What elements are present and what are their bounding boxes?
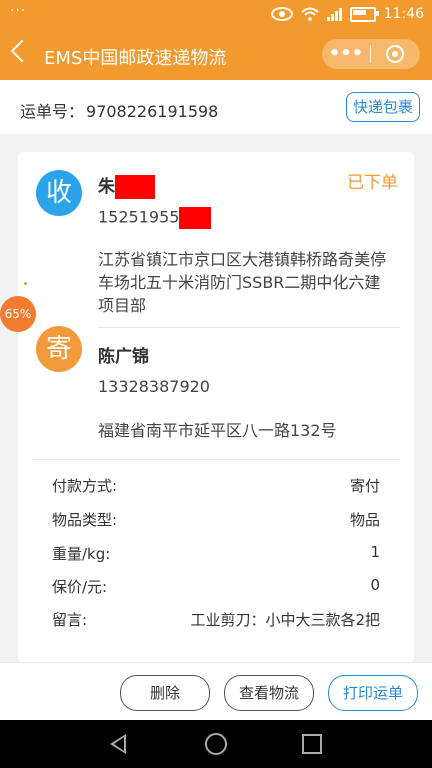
recipient-name-text: 朱 bbox=[98, 177, 115, 197]
section-divider bbox=[98, 327, 400, 328]
redaction-block bbox=[179, 207, 212, 229]
view-logistics-button[interactable]: 查看物流 bbox=[224, 675, 314, 711]
detail-label: 保价/元: bbox=[52, 578, 108, 596]
detail-value: 0 bbox=[370, 576, 380, 594]
sender-address: 福建省南平市延平区八一路132号 bbox=[98, 421, 337, 440]
status-bar: ··· 11:46 bbox=[0, 0, 432, 30]
notification-dots: ··· bbox=[10, 3, 27, 19]
recipient-address: 江苏省镇江市京口区大港镇韩桥路奇美停车场北五十米消防门SSBR二期中化六建项目部 bbox=[98, 250, 387, 315]
sender-name: 陈广锦 bbox=[98, 347, 149, 367]
detail-label: 重量/kg: bbox=[52, 545, 111, 563]
status-icons: 11:46 bbox=[270, 6, 424, 22]
redaction-block bbox=[115, 175, 155, 199]
more-menu-button[interactable]: ••• bbox=[322, 39, 370, 69]
detail-label: 物品类型: bbox=[52, 511, 118, 529]
nav-recents-icon[interactable] bbox=[302, 734, 322, 754]
print-waybill-button[interactable]: 打印运单 bbox=[328, 675, 418, 711]
system-navigation-bar bbox=[0, 720, 432, 768]
wifi-icon bbox=[300, 7, 319, 21]
express-package-button[interactable]: 快递包裹 bbox=[346, 92, 420, 122]
recipient-phone: 15251955 bbox=[98, 207, 212, 229]
detail-row-message: 留言: 工业剪刀：小中大三款各2把 bbox=[52, 609, 380, 630]
order-status: 已下单 bbox=[347, 173, 398, 193]
action-bar: 删除 查看物流 打印运单 bbox=[0, 662, 432, 721]
floating-progress-badge[interactable]: 65% bbox=[0, 296, 36, 332]
recipient-name: 朱 bbox=[98, 172, 155, 199]
target-icon bbox=[386, 45, 404, 63]
waybill-number: 9708226191598 bbox=[86, 102, 219, 121]
back-arrow-icon[interactable] bbox=[10, 39, 34, 63]
clock: 11:46 bbox=[383, 6, 424, 22]
detail-row-insured-value: 保价/元: 0 bbox=[52, 576, 380, 597]
detail-row-payment: 付款方式: 寄付 bbox=[52, 475, 380, 496]
sender-phone: 13328387920 bbox=[98, 377, 210, 396]
detail-value: 寄付 bbox=[349, 477, 380, 495]
details-divider bbox=[34, 459, 398, 460]
signal-icon bbox=[326, 7, 342, 21]
waybill-label-text: 运单号： bbox=[20, 102, 85, 121]
recipient-avatar: 收 bbox=[36, 170, 82, 216]
sender-avatar: 寄 bbox=[36, 326, 82, 372]
nav-back-icon-inner bbox=[114, 737, 124, 751]
recipient-phone-text: 15251955 bbox=[98, 207, 180, 227]
close-mini-program-button[interactable] bbox=[371, 45, 419, 63]
indicator-dot bbox=[24, 282, 27, 285]
detail-value: 物品 bbox=[349, 511, 380, 529]
title-bar: EMS中国邮政速递物流 ••• bbox=[0, 30, 432, 80]
waybill-row: 运单号： 9708226191598 快递包裹 bbox=[0, 80, 432, 134]
eye-comfort-icon bbox=[270, 7, 293, 21]
nav-home-icon[interactable] bbox=[205, 733, 227, 755]
detail-value: 工业剪刀：小中大三款各2把 bbox=[190, 611, 380, 629]
order-card: 收 朱 已下单 15251955 江苏省镇江市京口区大港镇韩桥路奇美停车场北五十… bbox=[18, 152, 414, 662]
detail-label: 留言: bbox=[52, 611, 88, 629]
battery-icon bbox=[349, 6, 379, 22]
detail-row-item-type: 物品类型: 物品 bbox=[52, 509, 380, 530]
detail-row-weight: 重量/kg: 1 bbox=[52, 543, 380, 564]
detail-value: 1 bbox=[370, 543, 380, 561]
detail-label: 付款方式: bbox=[52, 477, 118, 495]
mini-program-capsule: ••• bbox=[322, 39, 420, 69]
waybill-label: 运单号： 9708226191598 bbox=[18, 98, 218, 122]
page-title: EMS中国邮政速递物流 bbox=[44, 48, 227, 69]
delete-button[interactable]: 删除 bbox=[120, 675, 210, 711]
